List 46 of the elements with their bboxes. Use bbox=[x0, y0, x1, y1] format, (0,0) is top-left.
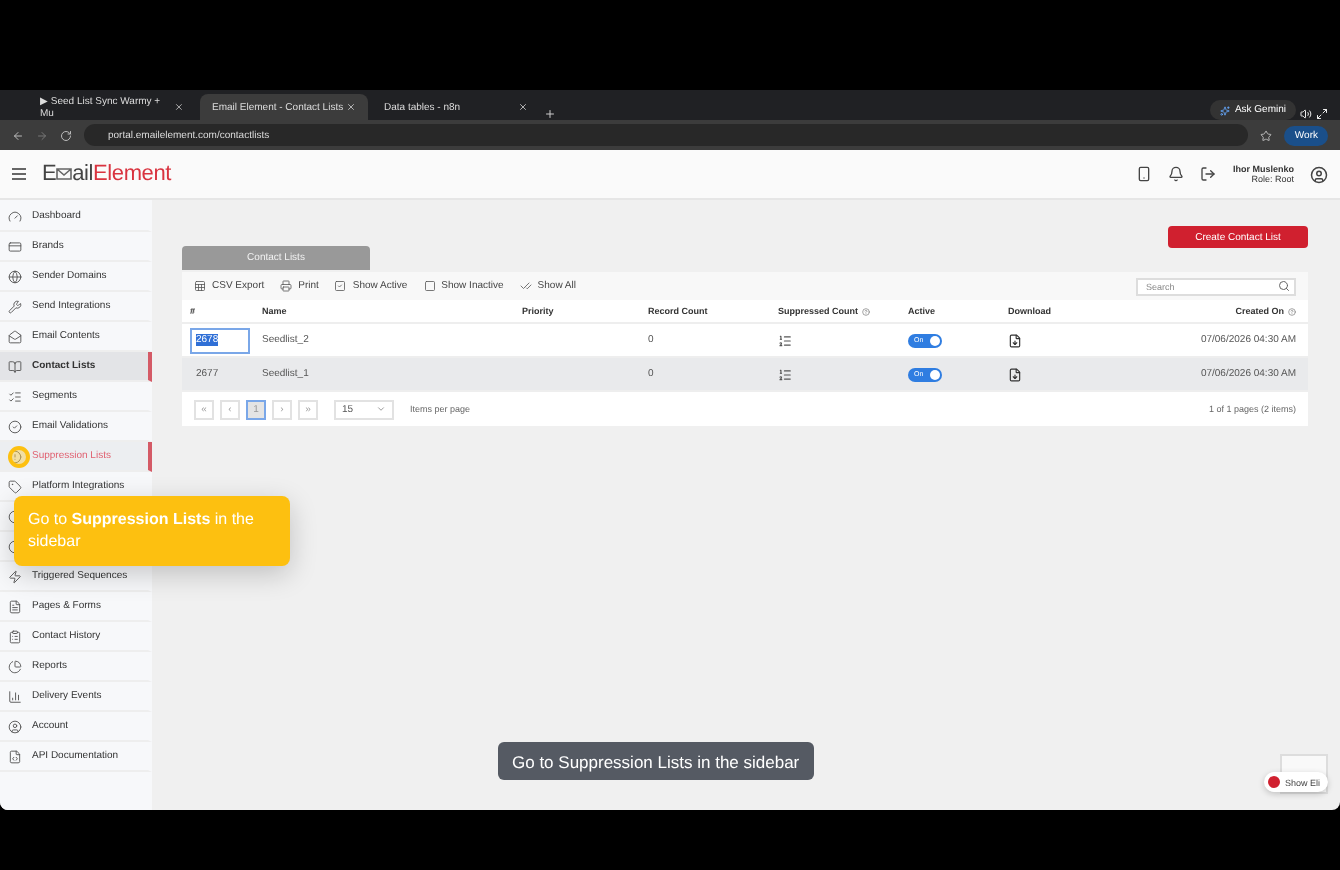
user-circle-icon bbox=[8, 719, 22, 733]
reload-icon[interactable] bbox=[60, 129, 72, 141]
document-icon bbox=[8, 749, 22, 763]
checkbox-icon bbox=[334, 280, 347, 292]
square-icon bbox=[423, 280, 436, 292]
tag-icon bbox=[8, 479, 22, 493]
tooltip: Go to Suppression Lists in the sidebar bbox=[14, 496, 290, 566]
bell-icon[interactable] bbox=[1168, 166, 1185, 182]
sparkle-icon bbox=[1220, 105, 1231, 115]
caption: Go to Suppression Lists in the sidebar bbox=[498, 742, 814, 780]
printer-icon bbox=[280, 280, 293, 292]
bar-chart-icon bbox=[8, 689, 22, 703]
logo: E ailElement bbox=[42, 162, 171, 186]
list-icon bbox=[8, 389, 22, 403]
speaker-icon[interactable] bbox=[1300, 108, 1312, 120]
card-icon bbox=[8, 239, 22, 253]
clipboard-icon bbox=[8, 629, 22, 643]
logout-icon[interactable] bbox=[1200, 166, 1217, 182]
help-icon bbox=[1288, 307, 1296, 315]
new-tab-icon[interactable] bbox=[544, 108, 556, 120]
double-check-icon bbox=[519, 280, 532, 292]
table-icon bbox=[194, 280, 206, 292]
avatar-icon[interactable] bbox=[1310, 165, 1328, 183]
wrench-icon bbox=[8, 299, 22, 313]
help-icon bbox=[862, 307, 871, 315]
phone-icon[interactable] bbox=[1136, 166, 1153, 182]
document-icon bbox=[8, 599, 22, 613]
download-icon[interactable] bbox=[1008, 367, 1022, 381]
lightning-icon bbox=[8, 569, 22, 583]
pie-chart-icon bbox=[8, 659, 22, 673]
star-icon[interactable] bbox=[1260, 129, 1273, 141]
back-icon[interactable] bbox=[12, 129, 24, 141]
book-icon bbox=[8, 359, 22, 373]
globe-icon bbox=[8, 269, 22, 283]
envelope-icon bbox=[8, 329, 22, 343]
chevron-down-icon bbox=[376, 404, 386, 414]
download-icon[interactable] bbox=[1008, 333, 1022, 347]
close-icon[interactable] bbox=[174, 102, 184, 112]
list-icon[interactable] bbox=[778, 367, 792, 381]
alert-circle-icon bbox=[8, 449, 22, 463]
check-circle-icon bbox=[8, 419, 22, 433]
gauge-icon bbox=[8, 209, 22, 223]
list-icon[interactable] bbox=[778, 333, 792, 347]
cursor-highlight bbox=[8, 446, 30, 468]
search-icon[interactable] bbox=[1278, 280, 1290, 292]
menu-icon[interactable] bbox=[12, 168, 26, 180]
